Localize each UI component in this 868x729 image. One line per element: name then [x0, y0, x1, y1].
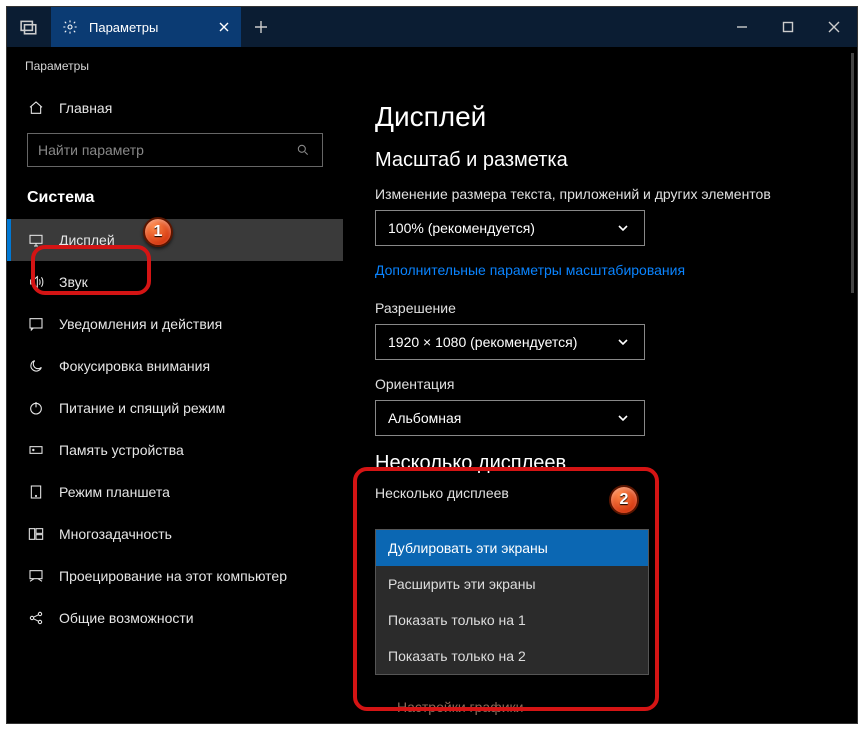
- sidebar-scrollbar[interactable]: [851, 79, 854, 293]
- sidebar-item-label: Общие возможности: [59, 610, 194, 626]
- tab-settings[interactable]: Параметры: [51, 7, 241, 47]
- annotation-badge-2: 2: [609, 485, 639, 515]
- sidebar-item-power[interactable]: Питание и спящий режим: [7, 387, 343, 429]
- dropdown-option-only2[interactable]: Показать только на 2: [376, 638, 648, 674]
- project-icon: [27, 567, 45, 585]
- sidebar-item-tablet[interactable]: Режим планшета: [7, 471, 343, 513]
- chevron-down-icon: [614, 333, 632, 351]
- sidebar-item-shared[interactable]: Общие возможности: [7, 597, 343, 639]
- scale-label: Изменение размера текста, приложений и д…: [375, 186, 825, 202]
- sidebar-item-label: Многозадачность: [59, 526, 172, 542]
- sidebar-item-label: Память устройства: [59, 442, 184, 458]
- home-icon: [27, 99, 45, 117]
- dropdown-menu-open: Дублировать эти экраны Расширить эти экр…: [375, 529, 649, 675]
- sidebar-item-label: Фокусировка внимания: [59, 358, 210, 374]
- sidebar-item-label: Уведомления и действия: [59, 316, 222, 332]
- graphics-settings-link[interactable]: Настройки графики: [397, 699, 524, 715]
- main-content: Дисплей Масштаб и разметка Изменение раз…: [343, 79, 857, 723]
- sidebar-item-storage[interactable]: Память устройства: [7, 429, 343, 471]
- home-button[interactable]: Главная: [7, 89, 343, 127]
- sidebar-item-focus[interactable]: Фокусировка внимания: [7, 345, 343, 387]
- search-icon: [294, 141, 312, 159]
- annotation-badge-1: 1: [143, 217, 173, 247]
- home-label: Главная: [59, 100, 112, 116]
- tabbar-spacer: [281, 7, 719, 47]
- sidebar-item-label: Звук: [59, 274, 88, 290]
- resolution-dropdown[interactable]: 1920 × 1080 (рекомендуется): [375, 324, 645, 360]
- tab-bar: Параметры: [7, 7, 857, 47]
- tab-label: Параметры: [89, 20, 207, 35]
- gear-icon: [61, 18, 79, 36]
- maximize-button[interactable]: [765, 7, 811, 47]
- chevron-down-icon: [614, 219, 632, 237]
- power-icon: [27, 399, 45, 417]
- sidebar-item-notifications[interactable]: Уведомления и действия: [7, 303, 343, 345]
- scale-heading: Масштаб и разметка: [375, 149, 825, 172]
- orientation-value: Альбомная: [388, 410, 461, 426]
- dropdown-option-extend[interactable]: Расширить эти экраны: [376, 566, 648, 602]
- dropdown-option-only1[interactable]: Показать только на 1: [376, 602, 648, 638]
- sound-icon: [27, 273, 45, 291]
- new-tab-button[interactable]: [241, 7, 281, 47]
- sidebar-item-label: Питание и спящий режим: [59, 400, 225, 416]
- notifications-icon: [27, 315, 45, 333]
- storage-icon: [27, 441, 45, 459]
- sidebar-item-label: Дисплей: [59, 232, 115, 248]
- multiple-displays-heading: Несколько дисплеев: [375, 452, 825, 475]
- sidebar-item-projecting[interactable]: Проецирование на этот компьютер: [7, 555, 343, 597]
- shared-icon: [27, 609, 45, 627]
- task-view-button[interactable]: [7, 7, 51, 47]
- display-icon: [27, 231, 45, 249]
- orientation-label: Ориентация: [375, 376, 825, 392]
- sidebar-item-multitask[interactable]: Многозадачность: [7, 513, 343, 555]
- close-window-button[interactable]: [811, 7, 857, 47]
- sidebar: Главная Найти параметр Система Дисплей З…: [7, 79, 343, 723]
- sidebar-item-display[interactable]: Дисплей: [7, 219, 343, 261]
- orientation-dropdown[interactable]: Альбомная: [375, 400, 645, 436]
- body: Главная Найти параметр Система Дисплей З…: [7, 79, 857, 723]
- sidebar-item-label: Проецирование на этот компьютер: [59, 568, 287, 584]
- scale-value: 100% (рекомендуется): [388, 220, 535, 236]
- close-tab-icon[interactable]: [217, 20, 231, 34]
- resolution-value: 1920 × 1080 (рекомендуется): [388, 334, 577, 350]
- multiple-displays-label: Несколько дисплеев: [375, 485, 825, 501]
- search-placeholder: Найти параметр: [38, 142, 294, 158]
- multitask-icon: [27, 525, 45, 543]
- chevron-down-icon: [614, 409, 632, 427]
- advanced-scaling-link[interactable]: Дополнительные параметры масштабирования: [375, 262, 825, 278]
- page-title: Дисплей: [375, 101, 825, 133]
- search-input[interactable]: Найти параметр: [27, 133, 323, 167]
- app-title: Параметры: [7, 47, 857, 79]
- tablet-icon: [27, 483, 45, 501]
- focus-icon: [27, 357, 45, 375]
- resolution-label: Разрешение: [375, 300, 825, 316]
- scale-dropdown[interactable]: 100% (рекомендуется): [375, 210, 645, 246]
- category-heading: Система: [7, 183, 343, 219]
- window: Параметры Параметры Главная: [6, 6, 858, 724]
- sidebar-item-sound[interactable]: Звук: [7, 261, 343, 303]
- minimize-button[interactable]: [719, 7, 765, 47]
- sidebar-item-label: Режим планшета: [59, 484, 170, 500]
- dropdown-option-duplicate[interactable]: Дублировать эти экраны: [376, 530, 648, 566]
